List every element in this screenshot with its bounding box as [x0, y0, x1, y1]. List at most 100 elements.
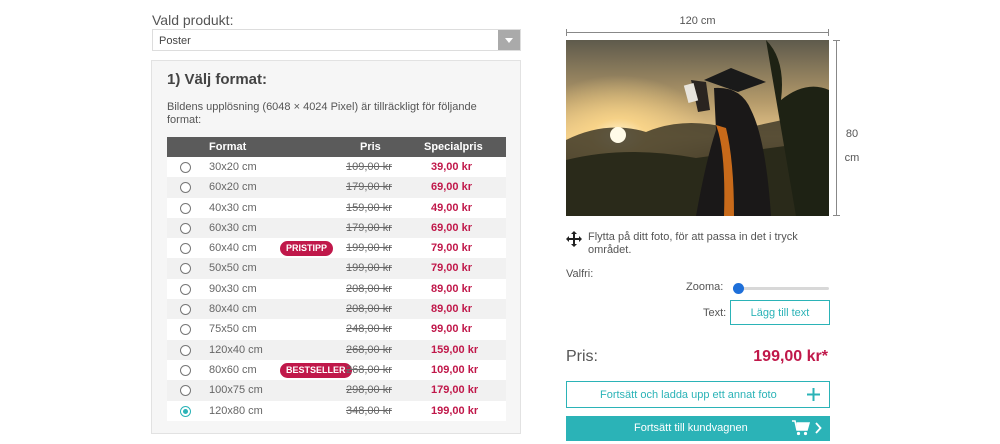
format-special-price: 109,00 kr [431, 363, 479, 376]
format-special-price: 89,00 kr [431, 303, 472, 316]
format-row[interactable]: 120x80 cm 348,00 kr 199,00 kr [167, 400, 506, 421]
format-special-price: 79,00 kr [431, 242, 472, 255]
format-badge: PRISTIPP [280, 241, 334, 257]
format-badge: BESTSELLER [280, 362, 352, 378]
header-special-price: Specialpris [424, 141, 483, 153]
format-size: 90x30 cm [209, 282, 257, 295]
format-size: 75x50 cm [209, 323, 257, 336]
price-value: 199,00 kr* [753, 348, 828, 365]
cart-icon [792, 420, 810, 436]
format-special-price: 69,00 kr [431, 181, 472, 194]
format-original-price: 199,00 kr [346, 262, 392, 275]
format-special-price: 69,00 kr [431, 221, 472, 234]
format-row[interactable]: 40x30 cm 159,00 kr 49,00 kr [167, 197, 506, 218]
optional-label: Valfri: [566, 268, 594, 280]
format-size: 50x50 cm [209, 262, 257, 275]
format-row[interactable]: 50x50 cm 199,00 kr 79,00 kr [167, 258, 506, 279]
format-original-price: 179,00 kr [346, 181, 392, 194]
format-original-price: 348,00 kr [346, 404, 392, 417]
upload-another-photo-button[interactable]: Fortsätt och ladda upp ett annat foto [566, 381, 830, 408]
format-row[interactable]: 120x40 cm 268,00 kr 159,00 kr [167, 339, 506, 360]
format-size: 60x20 cm [209, 181, 257, 194]
go-to-cart-button[interactable]: Fortsätt till kundvagnen [566, 416, 830, 441]
format-special-price: 79,00 kr [431, 262, 472, 275]
print-height-unit: cm [844, 152, 860, 164]
format-original-price: 159,00 kr [346, 201, 392, 214]
format-radio[interactable] [180, 405, 191, 417]
format-row[interactable]: 30x20 cm 109,00 kr 39,00 kr [167, 157, 506, 178]
format-original-price: 298,00 kr [346, 384, 392, 397]
format-row[interactable]: 75x50 cm 248,00 kr 99,00 kr [167, 319, 506, 340]
zoom-slider-handle[interactable] [733, 283, 744, 294]
product-select[interactable]: Poster [152, 29, 521, 51]
format-radio[interactable] [180, 324, 191, 336]
format-row[interactable]: 80x40 cm 208,00 kr 89,00 kr [167, 299, 506, 320]
format-size: 60x40 cm [209, 242, 257, 255]
cart-button-label: Fortsätt till kundvagnen [634, 422, 748, 434]
format-size: 120x80 cm [209, 404, 263, 417]
format-table-body: 30x20 cm 109,00 kr 39,00 kr 60x20 cm 179,00 … [167, 157, 506, 421]
format-radio[interactable] [180, 162, 191, 173]
price-label: Pris: [566, 348, 598, 365]
format-row[interactable]: 60x40 cm PRISTIPP 199,00 kr 79,00 kr [167, 238, 506, 259]
format-size: 120x40 cm [209, 343, 263, 356]
format-original-price: 208,00 kr [346, 303, 392, 316]
print-height-value: 80 [845, 128, 859, 140]
format-radio[interactable] [180, 182, 191, 194]
format-title: 1) Välj format: [167, 71, 268, 88]
header-price: Pris [360, 141, 381, 153]
print-width-label: 120 cm [679, 15, 716, 27]
format-radio[interactable] [180, 364, 191, 376]
format-description: Bildens upplösning (6048 × 4024 Pixel) ä… [167, 101, 477, 126]
format-radio[interactable] [180, 222, 191, 234]
format-radio[interactable] [180, 283, 191, 295]
format-radio[interactable] [180, 263, 191, 275]
format-special-price: 39,00 kr [431, 161, 472, 173]
zoom-slider-track[interactable] [733, 287, 829, 290]
format-row[interactable]: 100x75 cm 298,00 kr 179,00 kr [167, 380, 506, 401]
move-arrows-icon [566, 231, 582, 247]
format-radio[interactable] [180, 304, 191, 316]
height-dimension-line [833, 40, 840, 216]
format-special-price: 159,00 kr [431, 343, 479, 356]
format-radio[interactable] [180, 202, 191, 214]
zoom-slider[interactable] [733, 283, 829, 294]
upload-button-label: Fortsätt och ladda upp ett annat foto [600, 389, 777, 401]
format-original-price: 248,00 kr [346, 323, 392, 336]
format-size: 40x30 cm [209, 201, 257, 214]
text-label: Text: [703, 307, 727, 319]
add-text-button[interactable]: Lägg till text [730, 300, 830, 325]
zoom-label: Zooma: [686, 281, 724, 293]
format-special-price: 49,00 kr [431, 201, 472, 214]
chevron-right-icon [815, 422, 822, 434]
format-special-price: 89,00 kr [431, 282, 472, 295]
format-radio[interactable] [180, 385, 191, 397]
format-special-price: 99,00 kr [431, 323, 472, 336]
format-row[interactable]: 80x60 cm BESTSELLER 268,00 kr 109,00 kr [167, 359, 506, 381]
format-row[interactable]: 60x20 cm 179,00 kr 69,00 kr [167, 177, 506, 198]
product-label: Vald produkt: [152, 12, 234, 28]
format-original-price: 268,00 kr [346, 363, 392, 376]
photo-preview[interactable] [566, 40, 829, 216]
format-special-price: 179,00 kr [431, 384, 479, 397]
move-hint-text: Flytta på ditt foto, för att passa in de… [588, 231, 798, 256]
format-special-price: 199,00 kr [431, 404, 479, 417]
format-original-price: 109,00 kr [346, 161, 392, 173]
format-size: 30x20 cm [209, 161, 257, 173]
format-size: 100x75 cm [209, 384, 263, 397]
format-size: 60x30 cm [209, 221, 257, 234]
format-original-price: 268,00 kr [346, 343, 392, 356]
print-height-label: 80 cm [842, 122, 862, 170]
format-radio[interactable] [180, 344, 191, 356]
format-original-price: 179,00 kr [346, 221, 392, 234]
format-row[interactable]: 60x30 cm 179,00 kr 69,00 kr [167, 217, 506, 239]
width-dimension-line [566, 29, 829, 36]
format-table: Format Pris Specialpris 30x20 cm 109,00 k… [167, 137, 506, 421]
chevron-down-icon[interactable] [498, 30, 520, 50]
format-size: 80x60 cm [209, 363, 257, 376]
format-radio[interactable] [180, 243, 191, 255]
format-original-price: 199,00 kr [346, 242, 392, 255]
format-row[interactable]: 90x30 cm 208,00 kr 89,00 kr [167, 278, 506, 300]
plus-icon [807, 388, 820, 401]
format-original-price: 208,00 kr [346, 282, 392, 295]
